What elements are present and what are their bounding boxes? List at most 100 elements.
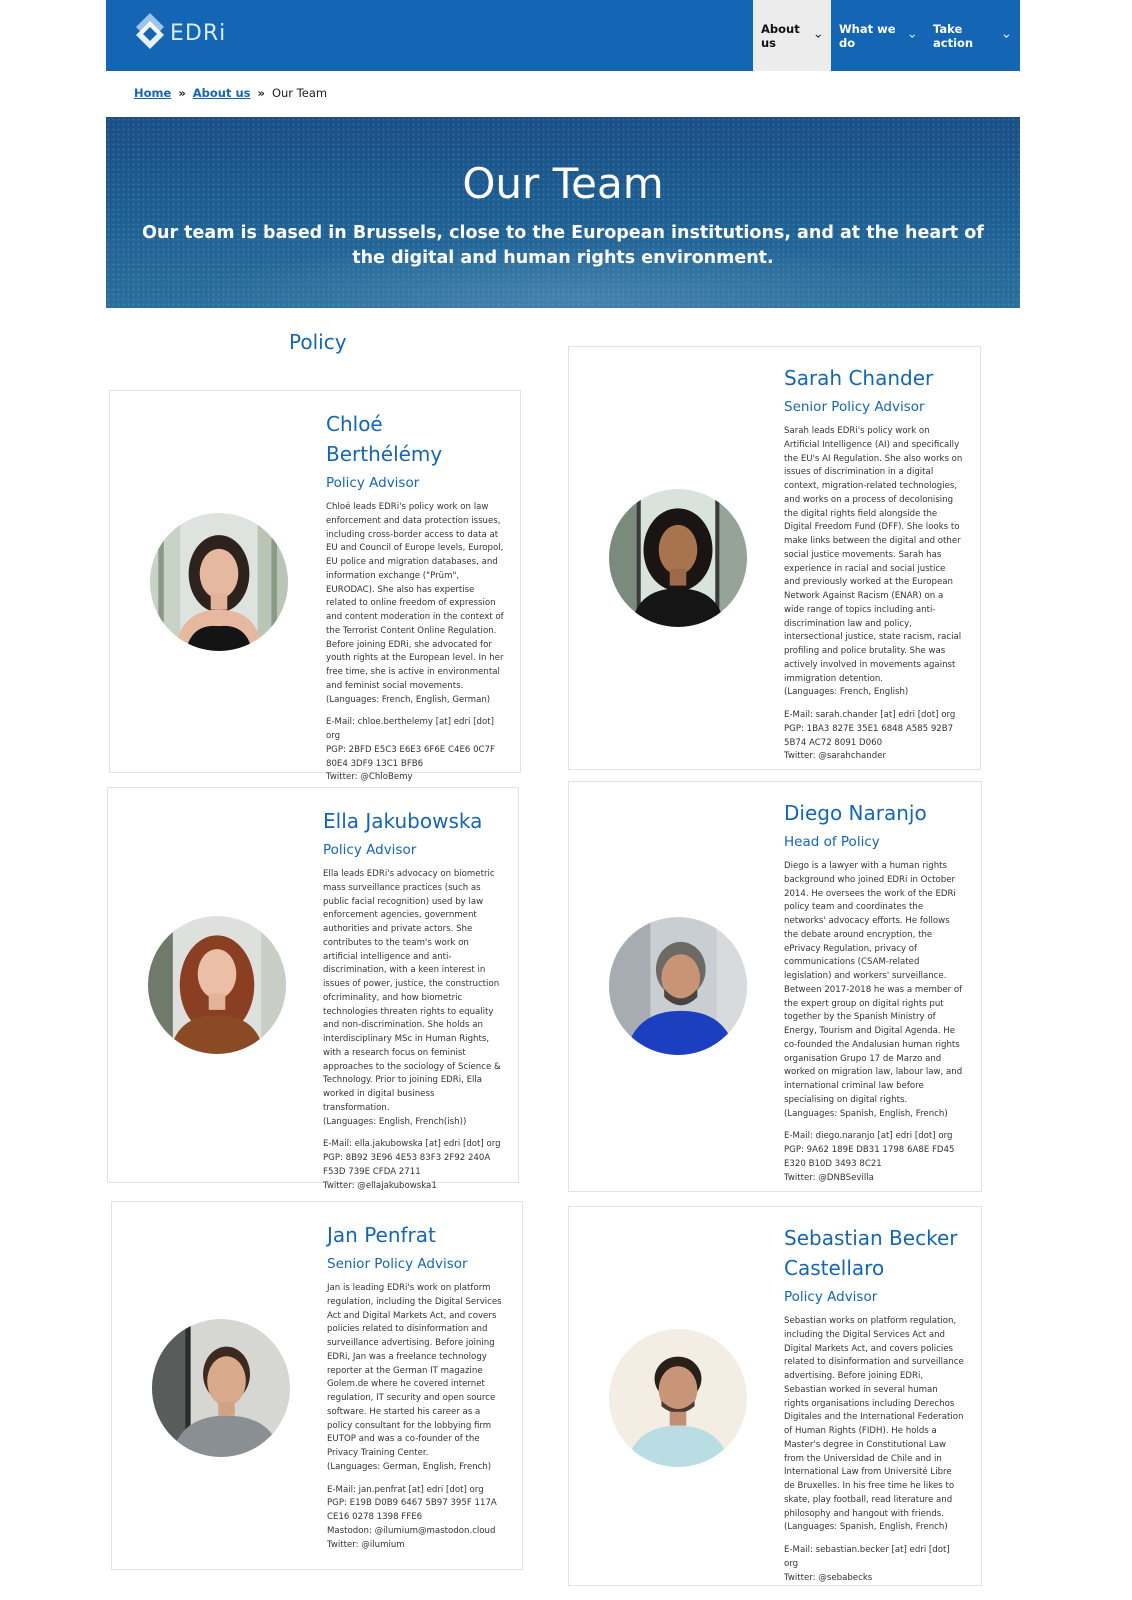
member-name: Jan Penfrat (327, 1223, 436, 1247)
member-bio: Ella leads EDRi's advocacy on biometric … (323, 868, 503, 1129)
member-name: Chloé Berthélémy (326, 412, 443, 466)
member-email: E-Mail: jan.penfrat [at] edri [dot] org (327, 1484, 484, 1495)
member-name: Diego Naranjo (784, 801, 927, 825)
nav-item-label: About us (761, 21, 800, 50)
breadcrumb-about-link[interactable]: About us (193, 86, 251, 100)
nav-item-take-action[interactable]: Take action (925, 0, 1020, 71)
avatar (148, 916, 286, 1054)
member-twitter: Twitter: @ilumium (327, 1539, 405, 1550)
member-bio: Diego is a lawyer with a human rights ba… (784, 860, 964, 1121)
avatar (609, 489, 747, 627)
team-member-card: Sebastian Becker Castellaro Policy Advis… (568, 1206, 982, 1586)
main-nav: About us What we do Take action (753, 0, 1020, 71)
avatar (609, 917, 747, 1055)
breadcrumb: Home » About us » Our Team (134, 86, 327, 100)
member-pgp: PGP: 8B92 3E96 4E53 83F3 2F92 240A F53D … (323, 1153, 491, 1177)
member-twitter: Twitter: @ChloBemy (326, 772, 413, 783)
member-pgp: PGP: 1BA3 827E 35E1 6848 A585 92B7 5B74 … (784, 723, 954, 748)
nav-item-what-we-do[interactable]: What we do (831, 0, 925, 71)
team-member-card: Jan Penfrat Senior Policy Advisor Jan is… (111, 1201, 523, 1570)
chevron-down-icon (815, 33, 821, 38)
logo-text: EDRi (170, 20, 227, 46)
breadcrumb-separator: » (257, 86, 265, 100)
member-twitter: Twitter: @sarahchander (784, 751, 887, 762)
team-member-card: Sarah Chander Senior Policy Advisor Sara… (568, 346, 981, 770)
portrait-photo (609, 489, 747, 627)
member-pgp: PGP: 2BFD E5C3 E6E3 6F6E C4E6 0C7F 80E4 … (326, 744, 495, 769)
nav-item-label: Take action (933, 21, 974, 50)
member-role: Senior Policy Advisor (784, 399, 925, 415)
member-languages: (Languages: English, French(ish)) (323, 1116, 467, 1127)
member-languages: (Languages: French, English, German) (326, 694, 491, 705)
member-role: Senior Policy Advisor (327, 1256, 468, 1272)
member-name: Sebastian Becker Castellaro (784, 1226, 958, 1280)
member-info: Ella Jakubowska Policy Advisor Ella lead… (323, 806, 503, 1193)
member-languages: (Languages: Spanish, English, French) (784, 1108, 948, 1119)
avatar (150, 513, 288, 651)
member-info: Sebastian Becker Castellaro Policy Advis… (784, 1223, 964, 1585)
breadcrumb-current: Our Team (271, 86, 328, 100)
member-bio: Sebastian works on platform regulation, … (784, 1315, 964, 1535)
member-name: Ella Jakubowska (323, 809, 483, 833)
section-title-policy: Policy (289, 330, 347, 354)
member-info: Diego Naranjo Head of Policy Diego is a … (784, 798, 964, 1185)
member-role: Policy Advisor (784, 1289, 878, 1305)
member-info: Sarah Chander Senior Policy Advisor Sara… (784, 363, 964, 764)
chevron-down-icon (909, 33, 915, 38)
member-bio-text: Diego is a lawyer with a human rights ba… (784, 861, 963, 1105)
member-role: Head of Policy (784, 834, 880, 850)
member-contact: E-Mail: chloe.berthelemy [at] edri [dot]… (326, 716, 504, 785)
member-email: E-Mail: diego.naranjo [at] edri [dot] or… (784, 1131, 953, 1142)
edri-logo-icon (136, 13, 164, 49)
member-contact: E-Mail: ella.jakubowska [at] edri [dot] … (323, 1138, 503, 1193)
member-contact: E-Mail: sarah.chander [at] edri [dot] or… (784, 709, 964, 764)
breadcrumb-separator: » (178, 86, 186, 100)
member-contact: E-Mail: diego.naranjo [at] edri [dot] or… (784, 1130, 964, 1185)
member-mastodon: Mastodon: @ilumium@mastodon.cloud (327, 1525, 496, 1536)
site-header: EDRi About us What we do Take action (106, 0, 1020, 71)
member-twitter: Twitter: @ellajakubowska1 (323, 1180, 437, 1191)
member-info: Chloé Berthélémy Policy Advisor Chloé le… (326, 409, 504, 785)
member-email: E-Mail: chloe.berthelemy [at] edri [dot]… (326, 717, 494, 741)
breadcrumb-home-link[interactable]: Home (134, 86, 171, 100)
edri-logo[interactable]: EDRi (134, 11, 226, 55)
member-name: Sarah Chander (784, 366, 934, 390)
page-subtitle: Our team is based in Brussels, close to … (142, 223, 984, 268)
member-bio: Jan is leading EDRi's work on platform r… (327, 1282, 507, 1475)
member-bio-text: Sarah leads EDRi's policy work on Artifi… (784, 426, 963, 684)
member-bio-text: Sebastian works on platform regulation, … (784, 1316, 964, 1519)
portrait-photo (609, 1329, 747, 1467)
member-email: E-Mail: ella.jakubowska [at] edri [dot] … (323, 1139, 501, 1150)
member-pgp: PGP: 9A62 189E DB31 1798 6A8E FD45 E320 … (784, 1145, 955, 1169)
member-role: Policy Advisor (323, 842, 417, 858)
portrait-photo (148, 916, 286, 1054)
member-languages: (Languages: French, English) (784, 687, 909, 698)
avatar (152, 1319, 290, 1457)
portrait-photo (152, 1319, 290, 1457)
member-email: E-Mail: sarah.chander [at] edri [dot] or… (784, 710, 956, 720)
member-contact: E-Mail: jan.penfrat [at] edri [dot] org … (327, 1484, 507, 1553)
hero-banner: Our Team Our team is based in Brussels, … (106, 117, 1020, 308)
member-bio-text: Chloé leads EDRi's policy work on law en… (326, 502, 504, 691)
member-pgp: PGP: E19B D0B9 6467 5B97 395F 117A CE16 … (327, 1498, 497, 1522)
team-member-card: Ella Jakubowska Policy Advisor Ella lead… (107, 787, 519, 1191)
team-member-card: Chloé Berthélémy Policy Advisor Chloé le… (109, 390, 521, 782)
chevron-down-icon (1003, 33, 1010, 38)
member-languages: (Languages: German, English, French) (327, 1461, 492, 1472)
portrait-photo (609, 917, 747, 1055)
member-languages: (Languages: Spanish, English, French) (784, 1522, 948, 1533)
member-role: Policy Advisor (326, 475, 420, 491)
nav-item-about-us[interactable]: About us (753, 0, 831, 71)
portrait-photo (150, 513, 288, 651)
member-email: E-Mail: sebastian.becker [at] edri [dot]… (784, 1545, 950, 1569)
avatar (609, 1329, 747, 1467)
member-bio: Chloé leads EDRi's policy work on law en… (326, 501, 504, 707)
member-contact: E-Mail: sebastian.becker [at] edri [dot]… (784, 1544, 964, 1585)
member-bio-text: Ella leads EDRi's advocacy on biometric … (323, 869, 501, 1113)
member-twitter: Twitter: @DNBSevilla (784, 1172, 874, 1183)
member-info: Jan Penfrat Senior Policy Advisor Jan is… (327, 1220, 507, 1552)
nav-item-label: What we do (839, 21, 896, 50)
member-twitter: Twitter: @sebabecks (784, 1572, 873, 1583)
member-bio-text: Jan is leading EDRi's work on platform r… (327, 1283, 502, 1458)
member-bio: Sarah leads EDRi's policy work on Artifi… (784, 425, 964, 700)
